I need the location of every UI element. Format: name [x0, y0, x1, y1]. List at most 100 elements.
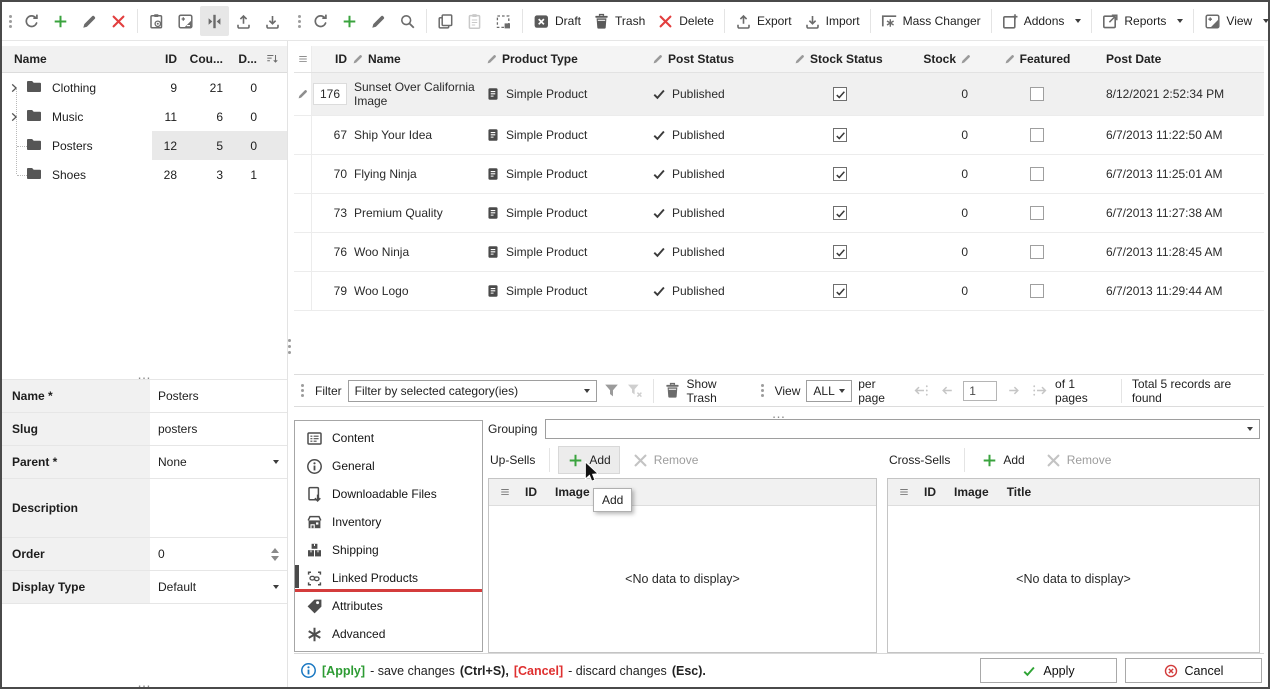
- featured-checkbox[interactable]: [1030, 87, 1044, 101]
- category-row-clothing[interactable]: Clothing 9 21 0: [2, 73, 287, 102]
- tab-general[interactable]: General: [295, 452, 482, 480]
- category-row-music[interactable]: Music 11 6 0: [2, 102, 287, 131]
- preview-button[interactable]: [142, 6, 171, 36]
- split-view-button[interactable]: [200, 6, 229, 36]
- cell-post-status[interactable]: Published: [650, 155, 790, 193]
- import-button[interactable]: Import: [798, 6, 866, 36]
- filter-toolbar-drag-handle[interactable]: [296, 384, 309, 397]
- cell-name[interactable]: Sunset Over California Image: [352, 73, 482, 115]
- tab-content[interactable]: Content: [295, 424, 482, 452]
- featured-checkbox[interactable]: [1030, 128, 1044, 142]
- column-header-image[interactable]: Image: [555, 485, 590, 499]
- product-row[interactable]: 76 Woo Ninja Simple Product Published 0 …: [294, 233, 1264, 272]
- column-header-stock-status[interactable]: Stock Status: [790, 46, 890, 72]
- stock-status-checkbox[interactable]: [833, 87, 847, 101]
- vertical-splitter[interactable]: [287, 41, 288, 687]
- paste-button[interactable]: [460, 6, 489, 36]
- featured-checkbox[interactable]: [1030, 245, 1044, 259]
- tab-inventory[interactable]: Inventory: [295, 508, 482, 536]
- slug-field[interactable]: posters: [150, 413, 287, 445]
- cell-post-status[interactable]: Published: [650, 194, 790, 232]
- product-row[interactable]: 73 Premium Quality Simple Product Publis…: [294, 194, 1264, 233]
- stock-status-checkbox[interactable]: [833, 206, 847, 220]
- cell-stock[interactable]: 0: [890, 194, 980, 232]
- edit-product-button[interactable]: [364, 6, 393, 36]
- cross-sells-remove-button[interactable]: Remove: [1037, 447, 1120, 473]
- column-header-name[interactable]: Name: [2, 52, 141, 66]
- adjust-image-button[interactable]: [171, 6, 200, 36]
- draft-button[interactable]: Draft: [527, 6, 587, 36]
- tab-shipping[interactable]: Shipping: [295, 536, 482, 564]
- order-stepper[interactable]: 0: [150, 538, 287, 570]
- export-categories-button[interactable]: [229, 6, 258, 36]
- name-field[interactable]: Posters: [150, 380, 287, 412]
- upsells-remove-button[interactable]: Remove: [624, 447, 707, 473]
- column-header-featured[interactable]: Featured: [980, 46, 1094, 72]
- pager-drag-handle[interactable]: [756, 384, 769, 397]
- cell-post-status[interactable]: Published: [650, 73, 790, 115]
- cancel-button[interactable]: Cancel: [1125, 658, 1262, 683]
- cell-product-type[interactable]: Simple Product: [482, 116, 650, 154]
- previous-page-button[interactable]: [937, 380, 957, 402]
- featured-checkbox[interactable]: [1030, 167, 1044, 181]
- row-handle-column-header[interactable]: [294, 46, 312, 72]
- cell-stock[interactable]: 0: [890, 233, 980, 271]
- cell-name[interactable]: Ship Your Idea: [352, 116, 482, 154]
- grouping-select[interactable]: [545, 419, 1260, 439]
- cell-stock[interactable]: 0: [890, 73, 980, 115]
- cell-post-status[interactable]: Published: [650, 272, 790, 310]
- cell-post-date[interactable]: 6/7/2013 11:22:50 AM: [1094, 116, 1264, 154]
- tab-attributes[interactable]: Attributes: [295, 592, 482, 620]
- column-header-title[interactable]: Title: [1007, 485, 1031, 499]
- view-dropdown-button[interactable]: View: [1198, 6, 1270, 36]
- column-header-id[interactable]: ID: [312, 46, 352, 72]
- vertical-splitter-handle[interactable]: [288, 339, 291, 354]
- category-row-shoes[interactable]: Shoes 28 3 1: [2, 160, 287, 189]
- cell-name[interactable]: Woo Logo: [352, 272, 482, 310]
- display-type-select[interactable]: Default: [150, 571, 287, 603]
- cell-id[interactable]: 176: [312, 73, 352, 115]
- refresh-categories-button[interactable]: [17, 6, 46, 36]
- cell-name[interactable]: Woo Ninja: [352, 233, 482, 271]
- parent-select[interactable]: None: [150, 446, 287, 478]
- add-category-button[interactable]: [46, 6, 75, 36]
- addons-dropdown-button[interactable]: Addons: [996, 6, 1088, 36]
- import-categories-button[interactable]: [258, 6, 287, 36]
- cell-post-date[interactable]: 6/7/2013 11:27:38 AM: [1094, 194, 1264, 232]
- cell-post-status[interactable]: Published: [650, 116, 790, 154]
- expand-chevron-icon[interactable]: [2, 82, 26, 94]
- column-header-count[interactable]: Cou...: [185, 52, 231, 66]
- cell-product-type[interactable]: Simple Product: [482, 73, 650, 115]
- cell-stock[interactable]: 0: [890, 155, 980, 193]
- expand-chevron-icon[interactable]: [2, 111, 26, 123]
- apply-button[interactable]: Apply: [980, 658, 1117, 683]
- left-bottom-splitter[interactable]: …: [2, 677, 287, 687]
- column-header-stock[interactable]: Stock: [890, 46, 980, 72]
- export-button[interactable]: Export: [729, 6, 798, 36]
- select-special-button[interactable]: [489, 6, 518, 36]
- stepper-arrows-icon[interactable]: [271, 548, 279, 561]
- column-header-product-type[interactable]: Product Type: [482, 46, 650, 72]
- copy-button[interactable]: [431, 6, 460, 36]
- cell-post-date[interactable]: 8/12/2021 2:52:34 PM: [1094, 73, 1264, 115]
- edit-category-button[interactable]: [75, 6, 104, 36]
- stock-status-checkbox[interactable]: [833, 167, 847, 181]
- column-header-id[interactable]: ID: [141, 52, 185, 66]
- column-header-post-date[interactable]: Post Date: [1094, 46, 1264, 72]
- cell-product-type[interactable]: Simple Product: [482, 233, 650, 271]
- stock-status-checkbox[interactable]: [833, 245, 847, 259]
- cell-post-date[interactable]: 6/7/2013 11:29:44 AM: [1094, 272, 1264, 310]
- column-header-name[interactable]: Name: [352, 46, 482, 72]
- column-header-d[interactable]: D...: [231, 52, 265, 66]
- category-row-posters[interactable]: Posters 12 5 0: [2, 131, 287, 160]
- column-header-id[interactable]: ID: [525, 485, 537, 499]
- column-header-id[interactable]: ID: [924, 485, 936, 499]
- last-page-button[interactable]: [1029, 380, 1049, 402]
- stock-status-checkbox[interactable]: [833, 284, 847, 298]
- product-row[interactable]: 70 Flying Ninja Simple Product Published…: [294, 155, 1264, 194]
- column-header-image[interactable]: Image: [954, 485, 989, 499]
- first-page-button[interactable]: [911, 380, 931, 402]
- stock-status-checkbox[interactable]: [833, 128, 847, 142]
- cell-post-status[interactable]: Published: [650, 233, 790, 271]
- apply-filter-button[interactable]: [603, 382, 620, 399]
